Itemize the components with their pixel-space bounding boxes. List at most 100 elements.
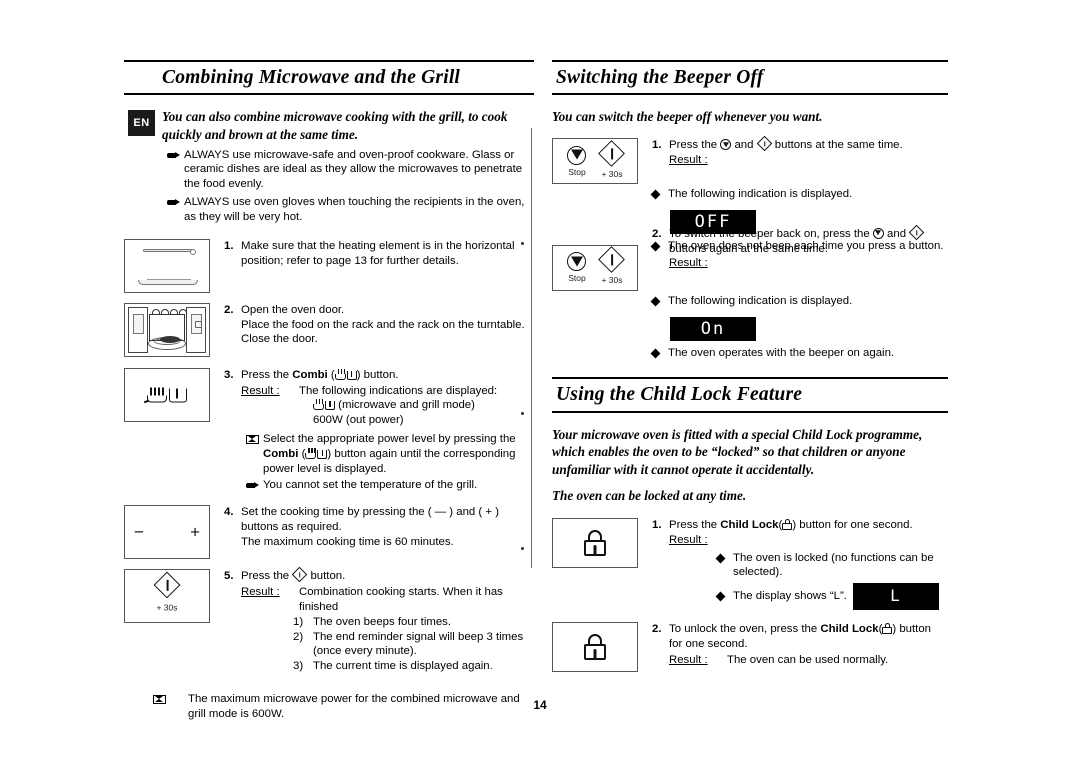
step-4: − + 4. Set the cooking time by pressing … — [124, 505, 534, 560]
start-button-caption: + 30s — [156, 602, 178, 613]
step-text-line: Open the oven door. — [241, 303, 345, 316]
result-sub-text: (microwave and grill mode) — [338, 399, 475, 412]
child-lock-button-label: Child Lock — [720, 518, 779, 531]
stop-start-illustration: Stop + 30s — [552, 138, 638, 185]
grill-temp-note-text: You cannot set the temperature of the gr… — [263, 478, 478, 491]
result-label: Result : — [669, 653, 708, 666]
padlock-illustration — [552, 622, 638, 673]
combi-button-label: Combi — [292, 368, 328, 381]
start-icon — [598, 139, 626, 167]
heating-element-illustration — [124, 238, 210, 293]
minus-button-glyph: − — [134, 522, 144, 542]
stop-button-caption: Stop — [568, 273, 586, 284]
step-text-line: Place the food on the rack and the rack … — [241, 318, 525, 331]
step-1-figure — [124, 238, 210, 293]
result-label: Result : — [669, 533, 708, 546]
step-number: 2. — [652, 623, 662, 636]
step-number: 1. — [652, 518, 662, 531]
beeper-step-2-body: 2. To switch the beeper back on, press th… — [638, 224, 948, 291]
result-bullet: The oven operates with the beeper on aga… — [650, 346, 948, 362]
step-text-prefix: Press the — [241, 368, 293, 381]
padlock-illustration — [552, 517, 638, 568]
padlock-icon — [584, 529, 606, 556]
step-5-body: 5. Press the button. Result : Combination… — [210, 567, 534, 674]
start-button-illustration: + 30s — [124, 569, 210, 624]
step-text-line: Set the cooking time by pressing the ( —… — [241, 506, 499, 534]
step-2: 2. Open the oven door. Place the food on… — [124, 302, 534, 357]
result-bullet-text: The following indication is displayed. — [668, 188, 853, 201]
list-number: 3) — [293, 660, 304, 673]
result-sub-1: (microwave and grill mode) — [241, 398, 531, 413]
combi-icon-inline — [334, 368, 357, 380]
padlock-icon-inline — [782, 518, 793, 530]
step-number: 1. — [224, 239, 234, 252]
diamond-bullet-icon — [650, 294, 668, 310]
result-bullet: The following indication is displayed. — [650, 294, 948, 310]
section-heading-child-lock: Using the Child Lock Feature — [552, 377, 948, 413]
child-lock-lead-text: Your microwave oven is fitted with a spe… — [552, 426, 923, 477]
step-number: 3. — [224, 368, 234, 381]
step-5: + 30s 5. Press the button. Result : Combi… — [124, 567, 534, 674]
caution-item: ALWAYS use microwave-safe and oven-proof… — [162, 148, 534, 192]
result-bullet: The oven is locked (no functions can be … — [669, 551, 945, 581]
caution-text: ALWAYS use microwave-safe and oven-proof… — [184, 148, 523, 191]
step-3: 3. Press the Combi () button. Result : Th… — [124, 367, 534, 494]
start-button-caption: + 30s — [601, 168, 623, 179]
start-button-figure: + 30s — [598, 139, 626, 179]
beeper-step-1: Stop + 30s 1. Press the and buttons at th… — [552, 135, 948, 185]
diamond-bullet-icon — [715, 551, 733, 581]
microwave-icon — [241, 432, 263, 447]
combi-symbol-illustration — [124, 367, 210, 422]
lcd-display-on: On — [670, 316, 756, 341]
caution-item: ALWAYS use oven gloves when touching the… — [162, 195, 534, 225]
step-text-prefix: Press the — [669, 518, 721, 531]
step-number: 2. — [652, 227, 662, 240]
combi-icon — [147, 387, 187, 403]
list-number: 2) — [293, 630, 304, 643]
right-column: Switching the Beeper Off You can switch … — [552, 60, 948, 673]
pointing-hand-icon — [241, 478, 263, 494]
step-text-suffix: buttons again at the same time. — [669, 242, 828, 255]
start-button-caption: + 30s — [601, 275, 623, 286]
child-lock-lead-text-2: The oven can be locked at any time. — [552, 488, 747, 504]
child-lock-step-2-figure — [552, 622, 638, 673]
beeper-step-1-figure: Stop + 30s — [552, 138, 638, 185]
result-text: Combination cooking starts. When it has … — [299, 586, 503, 613]
list-text: The end reminder signal will beep 3 time… — [313, 630, 524, 658]
result-bullet-text: The oven is locked (no functions can be … — [733, 551, 934, 579]
combining-lead-text: You can also combine microwave cooking w… — [162, 109, 508, 143]
step-text-mid: and — [883, 227, 910, 240]
step-number: 2. — [224, 303, 234, 316]
step-text: Make sure that the heating element is in… — [241, 239, 515, 267]
start-icon-inline — [756, 135, 772, 152]
diamond-bullet-icon — [650, 346, 668, 362]
step-3-result: Result : The following indications are d… — [241, 384, 531, 399]
stop-icon — [567, 252, 587, 272]
stop-icon — [567, 145, 587, 165]
start-icon-inline — [908, 224, 925, 240]
beeper-step-2-figure: Stop + 30s — [552, 227, 638, 291]
beeper-step-2: Stop + 30s 2. To switch the beeper back o… — [552, 224, 948, 291]
child-lock-step-1-body: 1. Press the Child Lock() button for one … — [638, 518, 948, 611]
combi-button-label: Combi — [263, 447, 299, 460]
section-heading-combining: Combining Microwave and the Grill — [124, 60, 534, 96]
list-number: 1) — [293, 615, 304, 628]
list-text: The oven beeps four times. — [313, 615, 452, 628]
stop-button-caption: Stop — [568, 166, 586, 177]
step-4-figure: − + — [124, 505, 210, 560]
start-icon-inline — [292, 567, 308, 583]
pointing-hand-icon — [162, 195, 184, 211]
result-bullet-text: The following indication is displayed. — [668, 294, 853, 307]
result-label: Result : — [241, 384, 280, 397]
result-sub-2: 600W (out power) — [313, 414, 404, 427]
child-lock-step-2-result: Result : The oven can be used normally. — [669, 653, 945, 668]
start-button-figure: + 30s — [598, 246, 626, 286]
lcd-display-lock: L — [852, 583, 939, 611]
page-number: 14 — [533, 698, 547, 712]
step-text-mid: and — [731, 139, 757, 152]
child-lock-step-1-figure — [552, 517, 638, 610]
section-heading-beeper: Switching the Beeper Off — [552, 60, 948, 96]
step-1: 1. Make sure that the heating element is … — [124, 238, 534, 293]
list-item: 3) The current time is displayed again. — [293, 659, 531, 674]
child-lock-step-2: 2. To unlock the oven, press the Child Lo… — [552, 622, 948, 673]
